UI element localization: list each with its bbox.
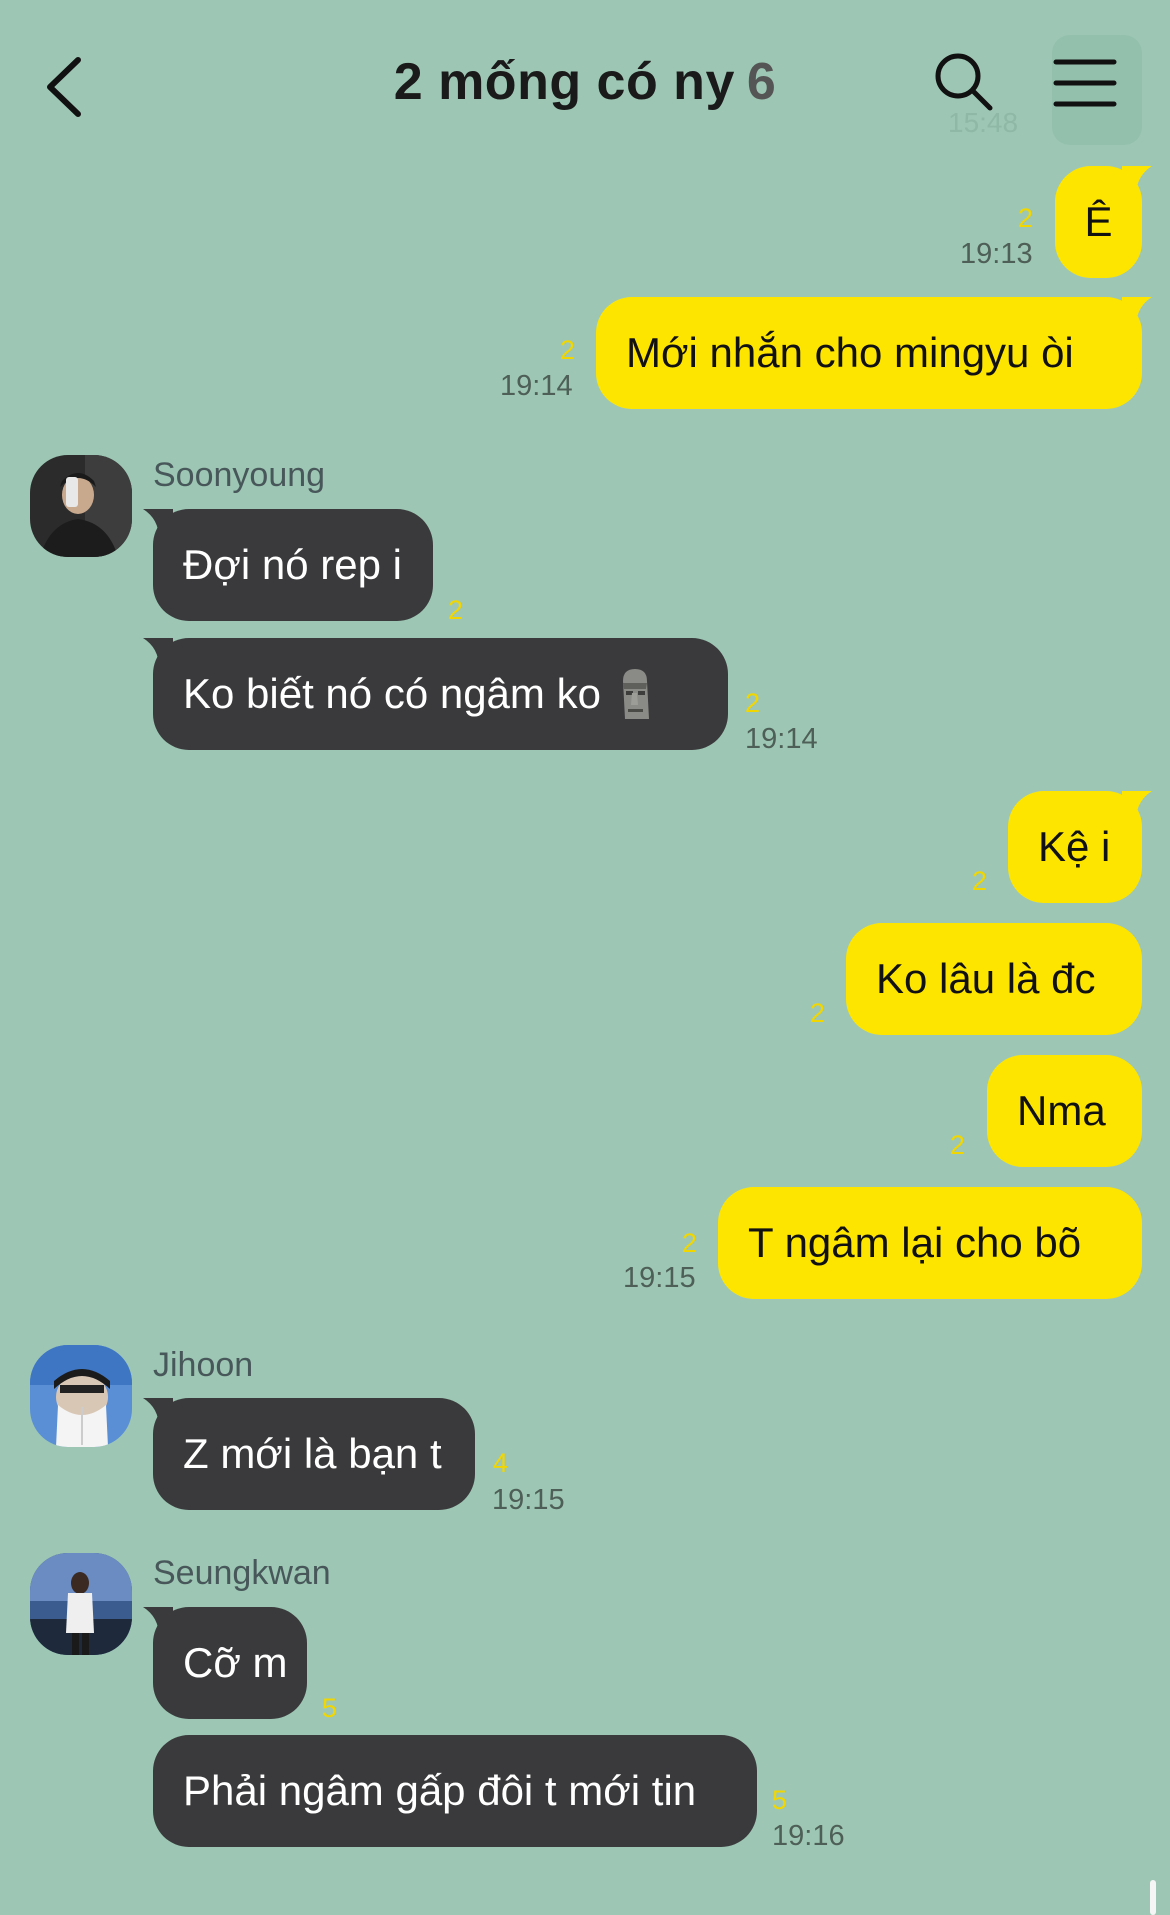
unread-count: 2 <box>950 1130 966 1160</box>
menu-icon[interactable] <box>1052 50 1118 116</box>
avatar-soonyoung[interactable] <box>30 455 132 557</box>
avatar-jihoon[interactable] <box>30 1345 132 1447</box>
unread-count: 2 <box>448 595 464 625</box>
message-time: 19:16 <box>772 1820 845 1852</box>
scrollbar[interactable] <box>1150 1880 1156 1915</box>
avatar-photo <box>30 455 132 557</box>
bubble-tail <box>143 638 173 668</box>
unread-count: 2 <box>560 335 576 365</box>
my-message-bubble[interactable]: Mới nhắn cho mingyu òi <box>596 297 1142 409</box>
my-message-bubble[interactable]: Nma <box>987 1055 1142 1167</box>
bubble-tail <box>1122 791 1152 821</box>
message-time: 19:14 <box>500 370 573 402</box>
bubble-tail <box>143 509 173 539</box>
bubble-tail <box>1122 166 1152 196</box>
unread-count: 2 <box>1018 203 1034 233</box>
message-time: 19:13 <box>960 238 1033 270</box>
message-time: 19:15 <box>623 1262 696 1294</box>
unread-count: 2 <box>682 1228 698 1258</box>
bubble-tail <box>143 1607 173 1637</box>
chat-title-text: 2 mống có ny <box>393 53 735 111</box>
unread-count: 5 <box>322 1693 338 1723</box>
search-icon[interactable] <box>932 50 996 114</box>
message-time: 19:15 <box>492 1484 565 1516</box>
their-message-bubble[interactable]: Ko biết nó có ngâm ko <box>153 638 728 750</box>
sender-name: Soonyoung <box>153 456 326 494</box>
their-message-bubble[interactable]: Z mới là bạn t <box>153 1398 475 1510</box>
avatar-seungkwan[interactable] <box>30 1553 132 1655</box>
avatar-photo <box>30 1553 132 1655</box>
chat-header: 15:48 2 mống có ny 6 <box>0 0 1170 170</box>
my-message-bubble[interactable]: Ko lâu là đc <box>846 923 1142 1035</box>
moai-emoji <box>622 668 649 719</box>
bubble-tail <box>143 1398 173 1428</box>
unread-count: 2 <box>810 998 826 1028</box>
sender-name: Seungkwan <box>153 1554 331 1592</box>
their-message-bubble[interactable]: Cỡ m <box>153 1607 307 1719</box>
sender-name: Jihoon <box>153 1346 254 1384</box>
my-message-bubble[interactable]: T ngâm lại cho bõ <box>718 1187 1142 1299</box>
unread-count: 4 <box>493 1448 509 1478</box>
their-message-bubble[interactable]: Phải ngâm gấp đôi t mới tin <box>153 1735 757 1847</box>
unread-count: 2 <box>972 866 988 896</box>
bubble-tail <box>1122 297 1152 327</box>
avatar-photo <box>30 1345 132 1447</box>
their-message-bubble[interactable]: Đợi nó rep i <box>153 509 433 621</box>
unread-count: 5 <box>772 1785 788 1815</box>
message-time: 19:14 <box>745 723 818 755</box>
message-text: Ko biết nó có ngâm ko <box>183 670 601 717</box>
unread-count: 2 <box>745 688 761 718</box>
member-count: 6 <box>746 53 777 111</box>
